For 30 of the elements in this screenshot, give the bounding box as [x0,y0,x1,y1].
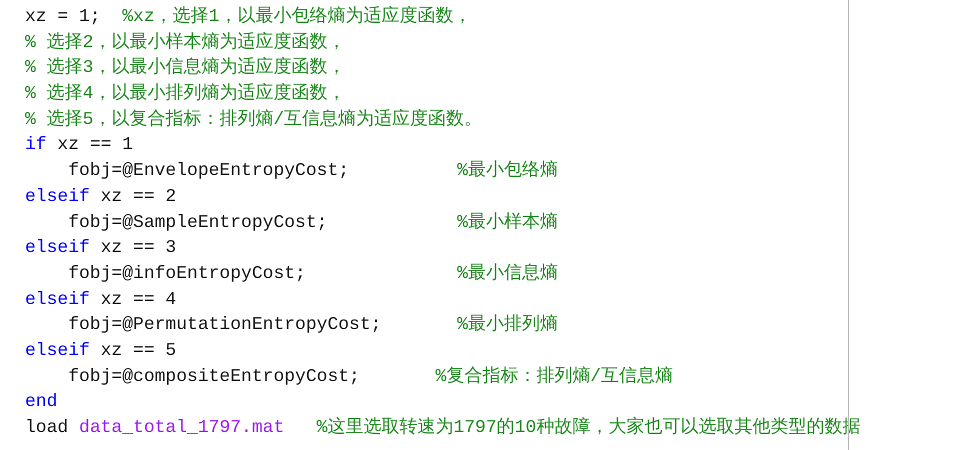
comment-text: % 选择2，以最小样本熵为适应度函数， [25,30,346,55]
code-text: fobj=@compositeEntropyCost; [67,366,361,389]
comment-text: %复合指标：排列熵/互信息熵 [435,365,674,389]
code-text: fobj=@EnvelopeEntropyCost; [67,160,350,184]
keyword: if [25,134,47,158]
keyword: elseif [25,288,90,312]
comment-text: %最小排列熵 [457,313,558,338]
comment-text: % 选择4，以最小排列熵为适应度函数， [25,82,346,106]
code-text: fobj=@SampleEntropyCost; [67,212,328,234]
comment-text: % 选择3，以最小信息熵为适应度函数， [25,56,346,80]
comment-text: %最小包络熵 [457,159,558,184]
code-text: xz == 2 [100,186,176,209]
code-text: xz == 5 [100,340,176,363]
comment-text: %最小信息熵 [457,262,558,286]
comment-text: %这里选取转速为1797的10种故障，大家也可以选取其他类型的数据 [316,416,860,440]
string-literal: data_total_1797.mat [79,417,284,440]
code-text: load [25,417,70,440]
keyword: elseif [25,237,90,260]
comment-text: %最小样本熵 [457,211,558,234]
comment-text: % 选择5，以复合指标：排列熵/互信息熵为适应度函数。 [25,108,482,132]
code-text: xz == 3 [100,237,176,260]
code-text: xz == 4 [100,288,176,312]
keyword: elseif [25,340,90,363]
keyword: end [25,391,58,414]
code-text: fobj=@PermutationEntropyCost; [67,314,382,338]
code-text: xz == 1 [56,134,134,158]
code-text: xz = 1; [25,6,102,29]
comment-text: %xz，选择1，以最小包络熵为适应度函数， [122,5,472,29]
keyword: elseif [25,186,90,209]
code-text: fobj=@infoEntropyCost; [67,262,307,286]
